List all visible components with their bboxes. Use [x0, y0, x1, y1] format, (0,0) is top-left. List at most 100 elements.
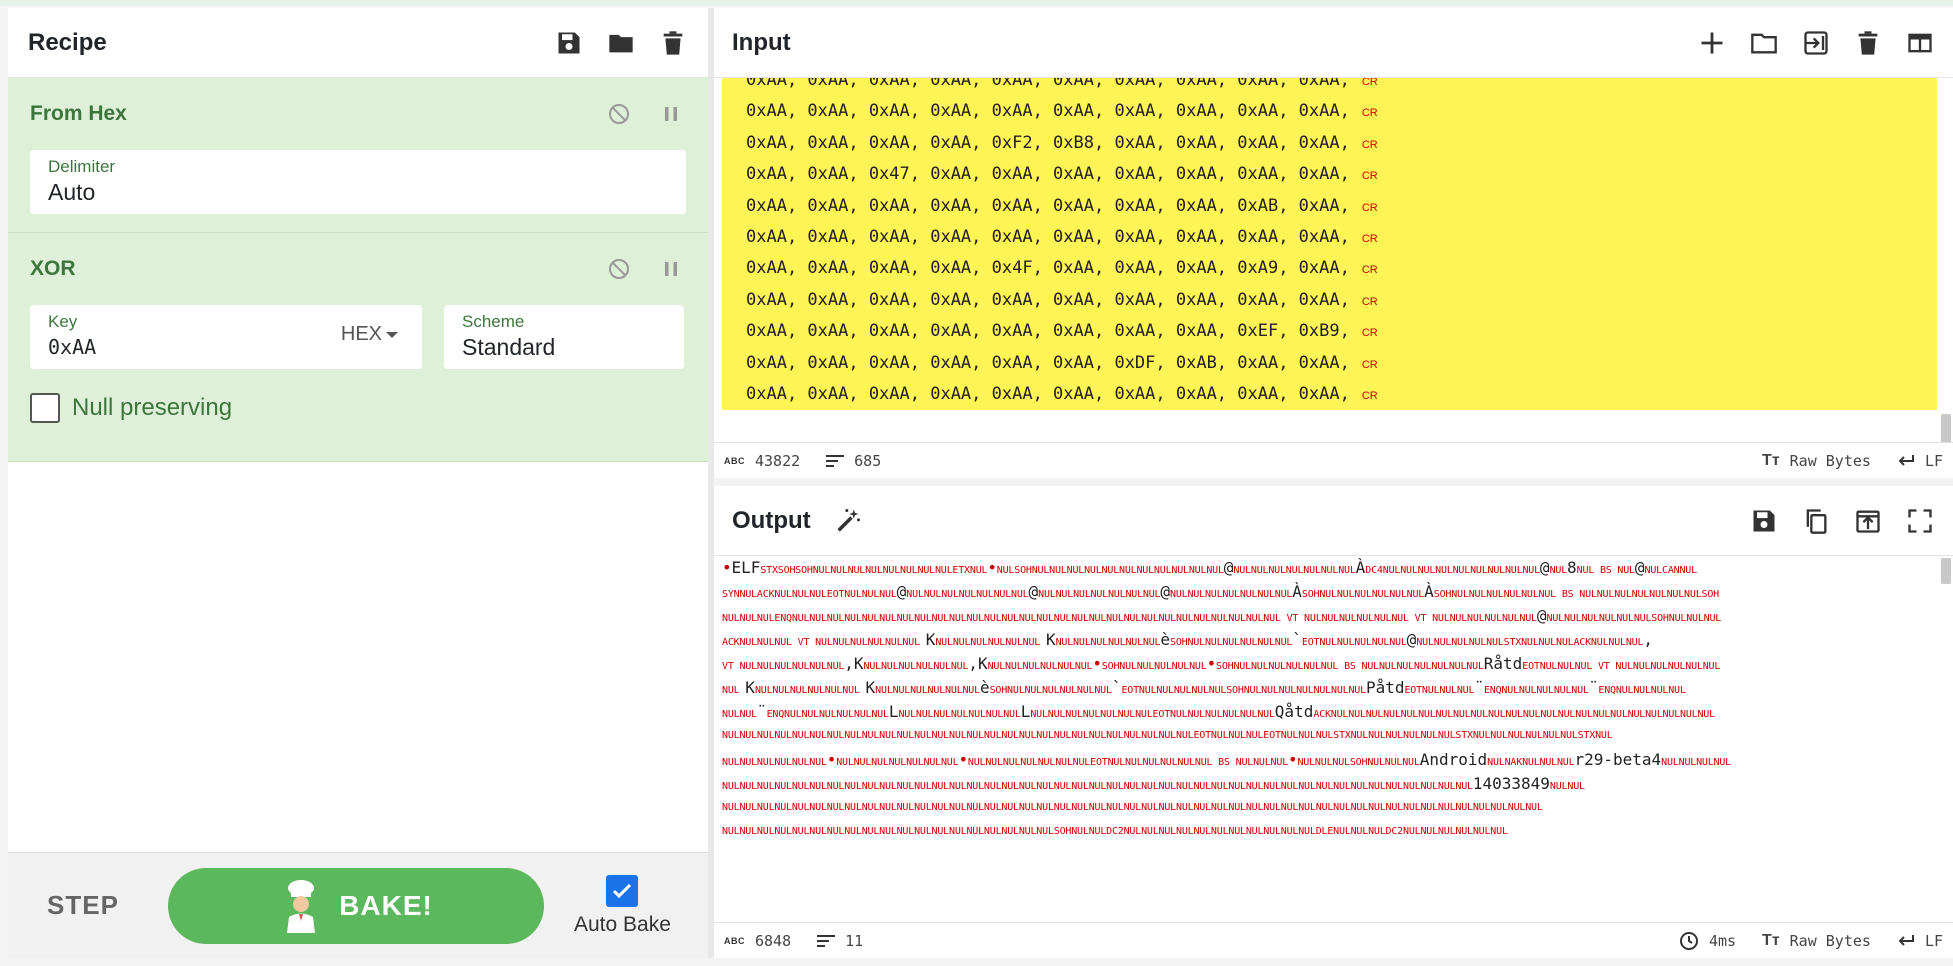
control-chars: EOTNULNULNULNULNUL — [1301, 637, 1407, 648]
control-chars: NULNULNULNULNULNULSOHNULNULNUL — [1546, 613, 1722, 624]
control-chars: SYNNULACKNULNULNULEOTNULNULNUL — [722, 589, 897, 600]
printable-text: , — [1643, 630, 1653, 649]
auto-bake-label: Auto Bake — [574, 912, 671, 936]
input-line: 0xAA, 0xAA, 0xAA, 0xAA, 0xAA, 0xAA, 0xAA… — [746, 380, 1378, 410]
replace-input-with-output-icon[interactable] — [1853, 506, 1883, 536]
load-recipe-folder-icon[interactable] — [606, 28, 636, 58]
output-title: Output — [732, 506, 811, 534]
input-line-text: 0xAA, 0xAA, 0xAA, 0xAA, 0xAA, 0xAA, 0xAA… — [746, 227, 1350, 248]
input-title: Input — [732, 28, 791, 56]
text-encoding-icon: Tт — [1762, 931, 1780, 949]
control-chars: EOTNULNULNUL VT NULNULNULNULNULNUL — [1522, 661, 1721, 672]
input-lines-stat: 685 — [826, 452, 881, 470]
key-format-label: HEX — [340, 323, 382, 345]
layout-icon[interactable] — [1905, 28, 1935, 58]
printable-text: K — [925, 630, 936, 649]
maximise-output-icon[interactable] — [1905, 506, 1935, 536]
output-line: NULNUL¨ENQNULNULNULNULNULNULLNULNULNULNU… — [722, 700, 1937, 724]
control-dot: • — [958, 750, 968, 769]
input-line-text: 0xAA, 0xAA, 0xAA, 0xAA, 0xAA, 0xAA, 0xAA… — [746, 321, 1350, 342]
input-encoding-button[interactable]: Tт Raw Bytes — [1762, 452, 1871, 470]
control-chars: NULNULNULENQNULNULNULNULNULNULNULNULNULN… — [722, 613, 1537, 624]
input-text: 0xAA, 0xAA, 0xAA, 0xAA, 0xAA, 0xAA, 0xAA… — [746, 78, 1378, 410]
scheme-field[interactable]: Scheme Standard — [444, 305, 684, 369]
clear-recipe-trash-icon[interactable] — [658, 28, 688, 58]
recipe-footer: STEP BAKE! Auto Bake — [8, 852, 708, 958]
open-file-input-icon[interactable] — [1801, 28, 1831, 58]
control-chars: EOTNULNULNULNULNULSOHNULNULNULNULNULNULN… — [1121, 685, 1366, 696]
control-chars: DC4NULNULNULNULNULNULNULNULNUL — [1365, 565, 1540, 576]
open-folder-icon[interactable] — [1749, 28, 1779, 58]
carriage-return-marker: CR — [1361, 138, 1378, 151]
input-line-text: 0xAA, 0xAA, 0xAA, 0xAA, 0xAA, 0xAA, 0xAA… — [746, 289, 1350, 310]
pause-operation-icon[interactable] — [656, 99, 686, 129]
disable-operation-icon[interactable] — [604, 254, 634, 284]
key-format-dropdown[interactable]: HEX — [341, 323, 398, 346]
auto-bake-toggle[interactable]: Auto Bake — [574, 874, 671, 937]
delimiter-label: Delimiter — [48, 157, 116, 176]
output-encoding: Raw Bytes — [1789, 931, 1871, 950]
input-line: 0xAA, 0xAA, 0xAA, 0xAA, 0xAA, 0xAA, 0xAA… — [746, 78, 1378, 97]
chef-icon — [287, 879, 316, 933]
null-preserving-checkbox[interactable] — [30, 393, 60, 423]
output-line: NULNULNULENQNULNULNULNULNULNULNULNULNULN… — [722, 604, 1937, 628]
output-eol-button[interactable]: LF — [1897, 932, 1943, 950]
printable-text: @ — [1028, 582, 1039, 601]
input-line: 0xAA, 0xAA, 0xAA, 0xAA, 0xAA, 0xAA, 0xDF… — [746, 349, 1378, 380]
control-dot: • — [826, 750, 837, 769]
control-chars: NULNULNULNULNULNULNULNULNULNULNULNULNULN… — [722, 730, 1613, 741]
printable-text: À — [1424, 582, 1434, 601]
key-field[interactable]: Key 0xAA HEX — [30, 305, 422, 369]
printable-text: 8 — [1567, 558, 1577, 577]
printable-text: è — [979, 678, 990, 697]
control-chars: SOHNULNULNULNULNULNUL — [1301, 589, 1425, 600]
delimiter-value: Auto — [48, 179, 96, 205]
clear-input-trash-icon[interactable] — [1853, 28, 1883, 58]
control-chars: NULNULNULNULNULNUL — [722, 757, 827, 768]
printable-text: À — [1355, 558, 1366, 577]
input-line-count: 685 — [854, 451, 882, 470]
output-text[interactable]: • ELFSTXSOHSOHNULNULNULNULNULNULNULNULETX… — [722, 556, 1937, 920]
null-preserving-label: Null preserving — [72, 394, 233, 421]
control-chars: NULNULNULNULNULNUL — [754, 685, 866, 696]
input-line-text: 0xAA, 0xAA, 0x47, 0xAA, 0xAA, 0xAA, 0xAA… — [746, 164, 1350, 185]
printable-text: Råtd — [1483, 654, 1523, 673]
save-recipe-icon[interactable] — [554, 28, 584, 58]
printable-text: @ — [1406, 630, 1417, 649]
text-encoding-icon: Tт — [1762, 451, 1780, 469]
bake-button[interactable]: BAKE! — [168, 867, 544, 944]
copy-output-icon[interactable] — [1801, 506, 1831, 536]
output-line: NULNULNULNULNULNULNULNULNULNULNULNULNULN… — [722, 796, 1937, 820]
operation-xor: XOR Key 0xAA HEX Scheme Standard Null pr… — [8, 233, 708, 462]
delimiter-field[interactable]: Delimiter Auto — [30, 150, 686, 214]
control-chars: NUL — [1549, 565, 1568, 576]
auto-bake-checkbox[interactable] — [606, 874, 639, 907]
operation-from-hex: From Hex Delimiter Auto — [8, 78, 708, 233]
disable-operation-icon[interactable] — [604, 99, 634, 129]
printable-text: K — [745, 678, 755, 697]
printable-text: K — [865, 678, 876, 697]
carriage-return-marker: CR — [1361, 295, 1378, 308]
output-length: 6848 — [755, 931, 792, 950]
recipe-header: Recipe — [8, 8, 708, 78]
magic-wand-icon[interactable] — [833, 506, 863, 536]
input-eol-button[interactable]: LF — [1897, 452, 1943, 470]
step-button[interactable]: STEP — [28, 890, 138, 921]
control-chars: NULNULNULNULNULNULNULEOTNULNULNULNULNULN… — [967, 757, 1289, 768]
output-line: NULNULNULNULNULNUL•NULNULNULNULNULNULNUL… — [722, 748, 1937, 772]
output-encoding-button[interactable]: Tт Raw Bytes — [1762, 932, 1871, 950]
scheme-label: Scheme — [462, 312, 525, 331]
add-tab-plus-icon[interactable] — [1697, 28, 1727, 58]
control-chars: ACKNULNULNUL VT NULNULNULNULNULNUL — [722, 637, 926, 648]
control-chars: NULSOHNULNULNULNULNULNULNULNULNULNULNUL — [996, 565, 1224, 576]
save-output-icon[interactable] — [1749, 506, 1779, 536]
output-scrollbar[interactable] — [1941, 558, 1951, 584]
recipe-title: Recipe — [28, 28, 107, 56]
output-line: SYNNULACKNULNULNULEOTNULNULNUL@NULNULNUL… — [722, 580, 1937, 604]
input-textarea[interactable]: 0xAA, 0xAA, 0xAA, 0xAA, 0xAA, 0xAA, 0xAA… — [722, 78, 1937, 410]
pause-operation-icon[interactable] — [656, 254, 686, 284]
printable-text: ¨ — [1588, 678, 1599, 697]
input-scrollbar[interactable] — [1941, 414, 1951, 444]
printable-text: , — [968, 654, 978, 673]
control-chars: NULNUL — [1549, 781, 1585, 792]
